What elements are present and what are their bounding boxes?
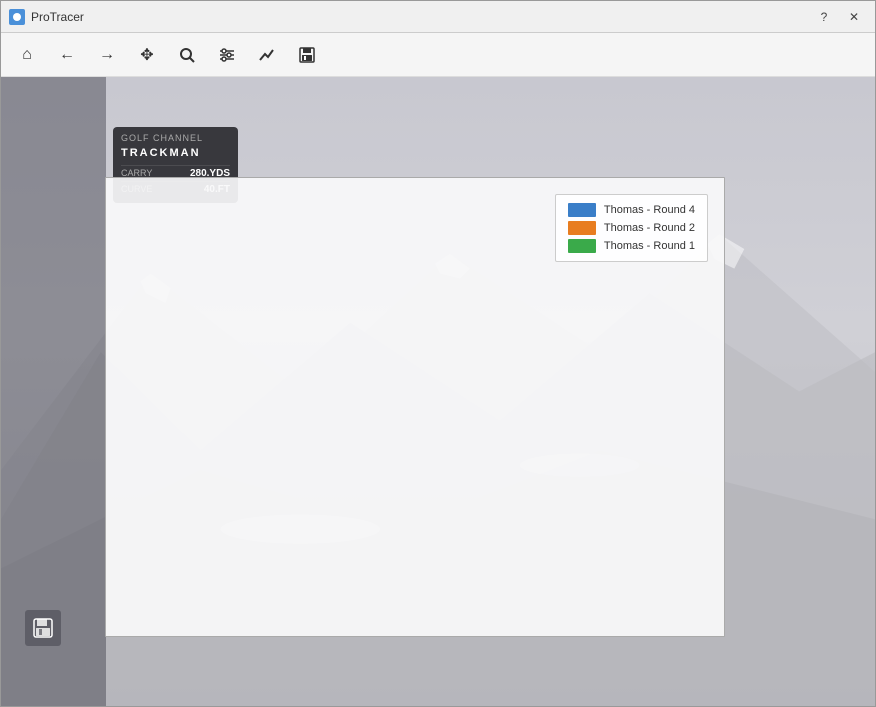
legend-color-round4 (568, 203, 596, 217)
settings-button[interactable] (209, 39, 245, 71)
window-controls: ? ✕ (811, 6, 867, 28)
forward-button[interactable]: → (89, 39, 125, 71)
save-button[interactable] (289, 39, 325, 71)
trackman-brand: TRACKMAN (121, 147, 230, 159)
title-bar-left: ProTracer (9, 9, 84, 25)
legend-label-round4: Thomas - Round 4 (604, 204, 695, 216)
close-button[interactable]: ✕ (841, 6, 867, 28)
content-area: GOLF CHANNEL TRACKMAN CARRY 280.YDS CURV… (1, 77, 875, 706)
zoom-button[interactable] (169, 39, 205, 71)
save-icon-overlay (25, 610, 61, 646)
chart-panel: Thomas - Round 4 Thomas - Round 2 Thomas… (105, 177, 725, 637)
legend-label-round1: Thomas - Round 1 (604, 240, 695, 252)
back-button[interactable]: ← (49, 39, 85, 71)
legend-label-round2: Thomas - Round 2 (604, 222, 695, 234)
move-button[interactable]: ✥ (129, 39, 165, 71)
chart-button[interactable] (249, 39, 285, 71)
trackman-header-label: GOLF CHANNEL (121, 133, 230, 143)
title-bar: ProTracer ? ✕ (1, 1, 875, 33)
legend-color-round1 (568, 239, 596, 253)
legend-item-round4: Thomas - Round 4 (568, 203, 695, 217)
legend-item-round1: Thomas - Round 1 (568, 239, 695, 253)
legend-item-round2: Thomas - Round 2 (568, 221, 695, 235)
legend-color-round2 (568, 221, 596, 235)
app-icon (9, 9, 25, 25)
home-button[interactable]: ⌂ (9, 39, 45, 71)
help-button[interactable]: ? (811, 6, 837, 28)
window-title: ProTracer (31, 10, 84, 24)
app-window: ProTracer ? ✕ ⌂ ← → ✥ (0, 0, 876, 707)
legend: Thomas - Round 4 Thomas - Round 2 Thomas… (555, 194, 708, 262)
toolbar: ⌂ ← → ✥ (1, 33, 875, 77)
